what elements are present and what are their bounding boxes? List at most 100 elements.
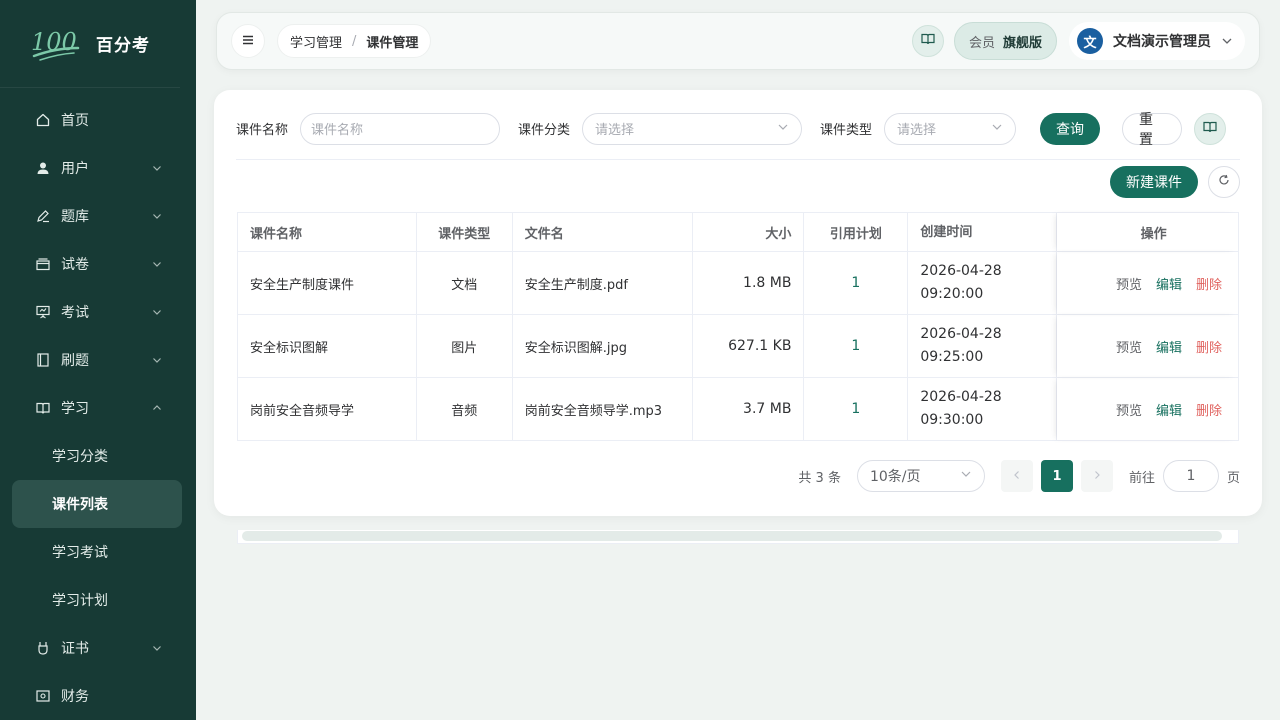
created-time: 09:30:00 bbox=[920, 412, 984, 428]
table-row: 安全标识图解 图片 安全标识图解.jpg 627.1 KB 1 2026-04-… bbox=[238, 315, 1238, 378]
goto-label: 前往 bbox=[1128, 470, 1155, 486]
edit-icon bbox=[36, 209, 50, 223]
column-header-created: 创建时间 bbox=[908, 213, 1058, 251]
cell-type: 文档 bbox=[417, 252, 513, 314]
chevron-down-icon bbox=[152, 211, 162, 221]
refresh-button[interactable] bbox=[1208, 166, 1240, 198]
delete-button[interactable]: 删除 bbox=[1196, 400, 1222, 419]
chevron-down-icon bbox=[1221, 35, 1233, 47]
notebook-icon bbox=[36, 353, 50, 367]
preview-button[interactable]: 预览 bbox=[1116, 337, 1142, 356]
sidebar-item-label: 财务 bbox=[61, 689, 89, 705]
sidebar-item-label: 首页 bbox=[61, 113, 89, 129]
sidebar-item-label: 试卷 bbox=[61, 257, 89, 273]
cell-refs[interactable]: 1 bbox=[804, 315, 909, 377]
paper-icon bbox=[36, 257, 50, 271]
home-icon bbox=[36, 113, 50, 127]
cell-type: 图片 bbox=[417, 315, 513, 377]
column-toggle-button[interactable] bbox=[1194, 112, 1227, 145]
pagination: 共 3 条 10条/页 1 前往 1 页 bbox=[798, 460, 1240, 492]
new-courseware-button[interactable]: 新建课件 bbox=[1110, 166, 1198, 198]
cell-type: 音频 bbox=[417, 378, 513, 440]
cell-name: 安全标识图解 bbox=[238, 315, 417, 377]
column-header-actions: 操作 bbox=[1057, 213, 1238, 251]
chevron-down-icon bbox=[152, 643, 162, 653]
category-select[interactable]: 请选择 bbox=[582, 112, 803, 145]
created-time: 09:25:00 bbox=[920, 349, 984, 365]
cell-refs[interactable]: 1 bbox=[804, 252, 909, 314]
cell-actions: 预览 编辑 删除 bbox=[1057, 315, 1238, 377]
breadcrumb-separator: / bbox=[352, 33, 357, 49]
created-date: 2026-04-28 bbox=[920, 263, 1002, 279]
membership-badge[interactable]: 会员 旗舰版 bbox=[953, 22, 1057, 60]
docs-button[interactable] bbox=[911, 25, 944, 57]
sidebar-item-practice[interactable]: 刷题 bbox=[0, 336, 196, 384]
cell-actions: 预览 编辑 删除 bbox=[1057, 378, 1238, 440]
logo[interactable]: 100 百分考 bbox=[0, 0, 180, 88]
sidebar-subitem-courseware-list[interactable]: 课件列表 bbox=[12, 480, 182, 528]
goto-page-input[interactable]: 1 bbox=[1162, 460, 1219, 492]
reset-button[interactable]: 重置 bbox=[1122, 112, 1183, 148]
sidebar-menu: 首页 用户 题库 试卷 考试 刷题 学习 学习分类 课件列表 学习考试 学习计划… bbox=[0, 88, 196, 720]
chevron-up-icon bbox=[152, 403, 162, 413]
edit-button[interactable]: 编辑 bbox=[1156, 400, 1182, 419]
category-select-placeholder: 请选择 bbox=[595, 123, 635, 138]
chevron-down-icon bbox=[960, 468, 972, 484]
book-icon bbox=[1203, 121, 1217, 137]
chevron-down-icon bbox=[777, 121, 789, 137]
type-select[interactable]: 请选择 bbox=[884, 112, 1017, 145]
sidebar-item-exams[interactable]: 考试 bbox=[0, 288, 196, 336]
sidebar-subitem-study-plan[interactable]: 学习计划 bbox=[0, 576, 196, 624]
cell-size: 3.7 MB bbox=[693, 378, 805, 440]
cell-created: 2026-04-28 09:25:00 bbox=[908, 315, 1058, 377]
breadcrumb-item[interactable]: 学习管理 bbox=[290, 32, 342, 51]
breadcrumb-current: 课件管理 bbox=[366, 35, 419, 51]
book-icon bbox=[921, 33, 935, 49]
sidebar-item-home[interactable]: 首页 bbox=[0, 96, 196, 144]
next-page-button[interactable] bbox=[1080, 460, 1113, 492]
column-header-size: 大小 bbox=[693, 213, 805, 251]
menu-toggle-button[interactable] bbox=[231, 24, 265, 58]
preview-button[interactable]: 预览 bbox=[1116, 274, 1142, 293]
delete-button[interactable]: 删除 bbox=[1196, 274, 1222, 293]
name-filter-placeholder: 课件名称 bbox=[311, 123, 364, 138]
presentation-icon bbox=[36, 305, 50, 319]
sidebar-item-finance[interactable]: 财务 bbox=[0, 672, 196, 720]
prev-page-button[interactable] bbox=[1000, 460, 1033, 492]
sidebar-item-users[interactable]: 用户 bbox=[0, 144, 196, 192]
cell-file: 安全标识图解.jpg bbox=[513, 315, 693, 377]
edit-button[interactable]: 编辑 bbox=[1156, 337, 1182, 356]
table-horizontal-scrollbar[interactable] bbox=[237, 530, 1239, 544]
created-time: 09:20:00 bbox=[920, 286, 984, 302]
sidebar-subitem-study-category[interactable]: 学习分类 bbox=[0, 432, 196, 480]
chevron-right-icon bbox=[1092, 469, 1102, 484]
cell-refs[interactable]: 1 bbox=[804, 378, 909, 440]
sidebar-item-question-bank[interactable]: 题库 bbox=[0, 192, 196, 240]
category-filter-label: 课件分类 bbox=[518, 123, 571, 138]
type-select-placeholder: 请选择 bbox=[897, 123, 937, 138]
search-button[interactable]: 查询 bbox=[1040, 112, 1101, 145]
table-header-row: 课件名称 课件类型 文件名 大小 引用计划 创建时间 操作 bbox=[238, 213, 1238, 252]
page-suffix: 页 bbox=[1226, 470, 1240, 486]
sidebar-item-certificates[interactable]: 证书 bbox=[0, 624, 196, 672]
user-menu[interactable]: 文 文档演示管理员 bbox=[1069, 22, 1245, 60]
logo-mark: 100 bbox=[30, 26, 82, 62]
sidebar-item-study[interactable]: 学习 bbox=[0, 384, 196, 432]
cell-name: 岗前安全音频导学 bbox=[238, 378, 417, 440]
user-icon bbox=[36, 161, 50, 175]
page-size-value: 10条/页 bbox=[869, 469, 921, 485]
delete-button[interactable]: 删除 bbox=[1196, 337, 1222, 356]
scrollbar-thumb[interactable] bbox=[242, 531, 1222, 541]
chevron-down-icon bbox=[991, 121, 1003, 137]
preview-button[interactable]: 预览 bbox=[1116, 400, 1142, 419]
page-size-select[interactable]: 10条/页 bbox=[856, 460, 985, 492]
created-date: 2026-04-28 bbox=[920, 389, 1002, 405]
sidebar-item-label: 用户 bbox=[61, 161, 89, 177]
page-number-current[interactable]: 1 bbox=[1040, 460, 1073, 492]
sidebar-item-papers[interactable]: 试卷 bbox=[0, 240, 196, 288]
edit-button[interactable]: 编辑 bbox=[1156, 274, 1182, 293]
name-filter-input[interactable]: 课件名称 bbox=[300, 112, 501, 145]
column-header-type: 课件类型 bbox=[417, 213, 513, 251]
cell-created: 2026-04-28 09:20:00 bbox=[908, 252, 1058, 314]
sidebar-subitem-study-exam[interactable]: 学习考试 bbox=[0, 528, 196, 576]
